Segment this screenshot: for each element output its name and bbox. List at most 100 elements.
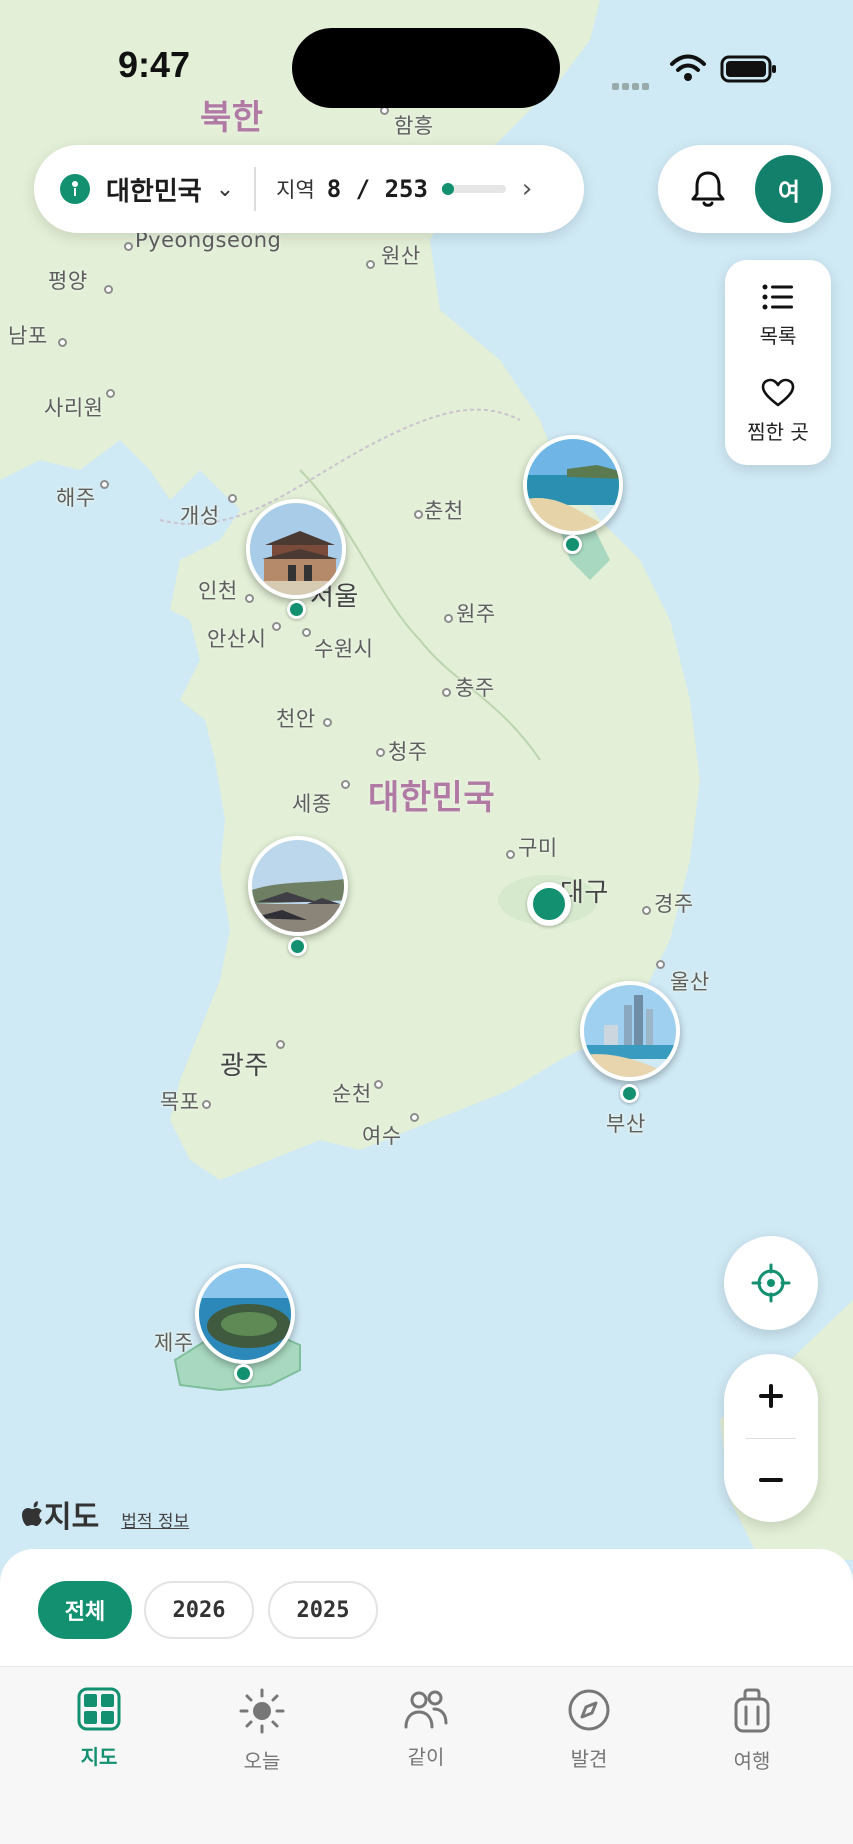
region-label: 지역 <box>276 178 315 202</box>
battery-icon <box>720 55 776 83</box>
pin-marker[interactable] <box>288 937 307 956</box>
city-dot <box>302 628 311 637</box>
tab-map[interactable]: 지도 <box>39 1687 159 1770</box>
heart-icon <box>761 378 795 407</box>
city-dot <box>442 688 451 697</box>
city-dot <box>656 960 665 969</box>
tab-bar: 지도 오늘 같이 발견 여행 <box>0 1666 853 1844</box>
pin-marker[interactable] <box>287 600 306 619</box>
filter-chip-2026[interactable]: 2026 <box>144 1581 254 1639</box>
list-button[interactable]: 목록 <box>725 282 831 349</box>
place-label: 인천 <box>198 579 238 603</box>
signal-icon <box>612 75 652 90</box>
place-label: 안산시 <box>207 627 267 651</box>
photo-pin-busan[interactable] <box>580 981 680 1081</box>
place-label: 함흥 <box>394 114 434 138</box>
progress-knob <box>441 183 454 195</box>
map-provider-name: 지도 <box>44 1500 100 1535</box>
sun-icon <box>239 1688 285 1734</box>
pin-marker[interactable] <box>234 1364 253 1383</box>
zoom-control <box>724 1354 818 1522</box>
city-dot <box>506 850 515 859</box>
avatar[interactable]: 여 <box>755 155 823 223</box>
tab-label: 오늘 <box>243 1749 281 1773</box>
photo-pin-gangneung[interactable] <box>523 435 623 535</box>
place-label: 제주 <box>154 1331 194 1355</box>
minus-icon <box>759 1478 783 1482</box>
list-icon <box>762 284 793 310</box>
photo-pin-seoul[interactable] <box>246 499 346 599</box>
city-dot <box>414 510 423 519</box>
plus-icon <box>759 1384 783 1408</box>
current-selection-marker[interactable] <box>527 882 571 926</box>
city-dot <box>100 480 109 489</box>
tab-label: 여행 <box>733 1749 771 1773</box>
tab-today[interactable]: 오늘 <box>202 1687 322 1774</box>
region-selector[interactable]: 대한민국 ⌄ 지역 8 / 253 › <box>34 145 584 233</box>
place-label: 목포 <box>160 1090 200 1114</box>
locate-me-button[interactable] <box>724 1236 818 1330</box>
city-dot <box>323 718 332 727</box>
wifi-icon <box>670 54 706 81</box>
luggage-icon <box>734 1688 770 1733</box>
zoom-out-button[interactable] <box>724 1438 818 1522</box>
place-label: 수원시 <box>314 637 374 661</box>
pin-marker[interactable] <box>563 535 582 554</box>
place-label: 순천 <box>332 1082 372 1106</box>
apple-logo-icon <box>22 1501 42 1526</box>
compass-icon <box>568 1689 610 1731</box>
city-dot <box>410 1113 419 1122</box>
place-label: 남포 <box>8 324 48 348</box>
city-dot <box>341 780 350 789</box>
city-dot <box>228 494 237 503</box>
zoom-in-button[interactable] <box>724 1354 818 1438</box>
city-dot <box>58 338 67 347</box>
city-dot <box>374 1080 383 1089</box>
place-label: 북한 <box>200 98 264 138</box>
region-count: 8 / 253 <box>326 175 428 203</box>
map-view[interactable]: 북한 함흥 Pyeongseong 원산 평양 남포 사리원 해주 개성 춘천 … <box>0 0 853 1560</box>
photo-pin-jeju[interactable] <box>195 1264 295 1364</box>
legal-info-link[interactable]: 법적 정보 <box>121 1507 189 1532</box>
people-icon <box>404 1690 448 1729</box>
tab-together[interactable]: 같이 <box>366 1687 486 1770</box>
tab-discover[interactable]: 발견 <box>529 1687 649 1772</box>
place-label: 경주 <box>654 892 694 916</box>
place-label: 세종 <box>292 792 332 816</box>
crosshair-icon <box>751 1263 791 1303</box>
pin-marker[interactable] <box>620 1084 639 1103</box>
favorites-label: 찜한 곳 <box>747 420 809 444</box>
favorites-button[interactable]: 찜한 곳 <box>725 378 831 445</box>
place-label: 천안 <box>276 707 316 731</box>
location-pin-icon <box>60 174 90 204</box>
place-label: 원산 <box>381 244 421 268</box>
filter-chip-2025[interactable]: 2025 <box>268 1581 378 1639</box>
chevron-down-icon[interactable]: ⌄ <box>216 177 234 202</box>
city-dot <box>376 748 385 757</box>
header-actions: 여 <box>658 145 831 233</box>
tab-label: 같이 <box>407 1745 445 1769</box>
city-dot <box>124 242 133 251</box>
list-label: 목록 <box>759 324 797 348</box>
place-label: 대한민국 <box>368 778 496 818</box>
dynamic-island <box>292 28 560 108</box>
photo-pin-jeonju[interactable] <box>248 836 348 936</box>
country-name[interactable]: 대한민국 <box>106 171 202 208</box>
city-dot <box>276 1040 285 1049</box>
region-progress-bar <box>441 183 506 195</box>
side-menu: 목록 찜한 곳 <box>725 260 831 465</box>
chevron-right-icon[interactable]: › <box>522 174 532 204</box>
filter-chip-all[interactable]: 전체 <box>38 1581 132 1639</box>
city-dot <box>272 622 281 631</box>
place-label: 울산 <box>670 970 710 994</box>
place-label: 해주 <box>56 486 96 510</box>
status-time: 9:47 <box>118 44 191 85</box>
place-label: 광주 <box>220 1051 269 1081</box>
tab-trips[interactable]: 여행 <box>692 1687 812 1774</box>
city-dot <box>106 389 115 398</box>
city-dot <box>245 594 254 603</box>
place-label: 평양 <box>48 269 88 293</box>
map-attribution: 지도 법적 정보 <box>22 1492 189 1536</box>
bell-icon[interactable] <box>686 167 730 211</box>
city-dot <box>202 1100 211 1109</box>
